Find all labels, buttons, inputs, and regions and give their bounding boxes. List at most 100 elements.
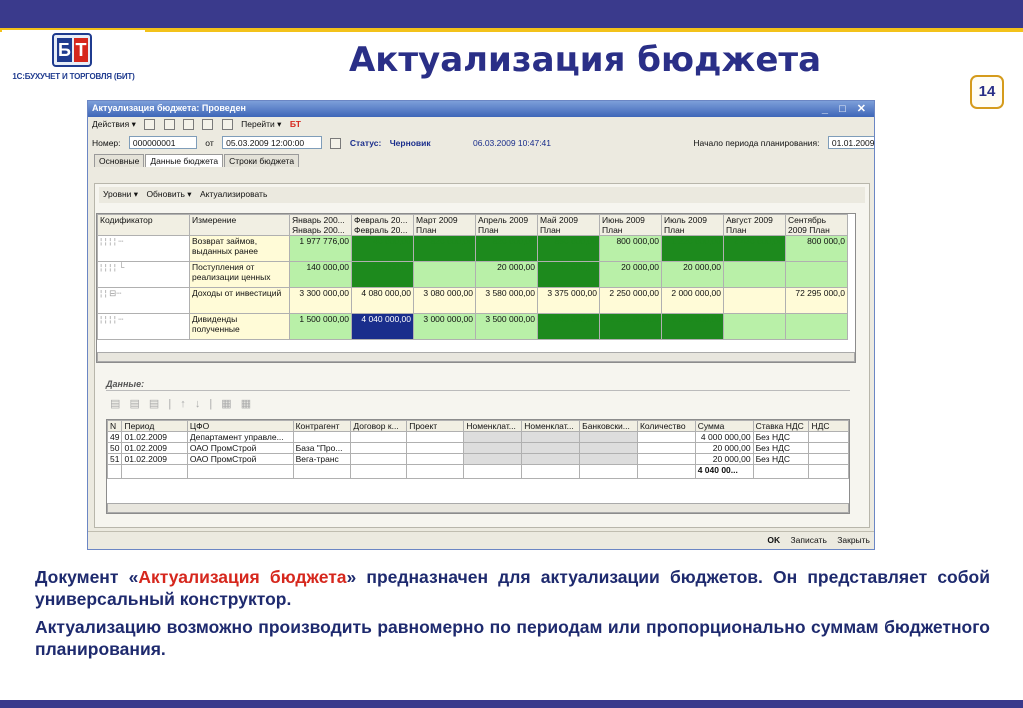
col-nomenclature[interactable]: Номенклат... [463,420,523,432]
cell[interactable]: 40 000,00 [351,235,414,262]
cell[interactable] [785,313,848,340]
row-dimension[interactable]: Поступления от реализации ценных [189,261,290,288]
cell: 20 000,00 [694,442,754,454]
cell[interactable]: 20 000,00 [475,261,538,288]
cell[interactable]: 800 000,0 [785,235,848,262]
period-start-field[interactable]: 01.01.2009 [827,136,874,149]
col-month[interactable]: Июнь 2009 План [599,214,662,236]
grid-horizontal-scrollbar[interactable] [97,352,855,362]
cell[interactable]: 140 000,00 [289,261,352,288]
col-contract[interactable]: Договор к... [350,420,408,432]
col-codifier[interactable]: Кодификатор [97,214,190,236]
cell[interactable]: 3 375 000,00 [537,287,600,314]
col-bank[interactable]: Банковски... [579,420,638,432]
cell[interactable]: 2 040 000,00 [537,313,600,340]
cell[interactable]: 20 000,00 [599,261,662,288]
window-controls[interactable]: _ □ ✕ [822,102,870,115]
cell[interactable]: 820 000,00 [413,235,476,262]
col-month[interactable]: Апрель 2009 План [475,214,538,236]
col-month[interactable]: Май 2009 План [537,214,600,236]
cell[interactable]: 2 430 000,00 [723,235,786,262]
cell[interactable]: 3 500 000,00 [475,313,538,340]
col-n[interactable]: N [107,420,123,432]
table-row[interactable]: ¦ ¦ ¦ ¦ ┄ Возврат займов, выданных ранее… [97,235,848,262]
col-month[interactable]: Сентябрь 2009 План [785,214,848,236]
col-cfo[interactable]: ЦФО [186,420,294,432]
refresh-menu[interactable]: Обновить ▾ [146,189,191,199]
close-button[interactable]: Закрыть [837,535,870,545]
cell[interactable]: 2 000 000,00 [661,313,724,340]
col-month[interactable]: Август 2009 План [723,214,786,236]
table-row[interactable]: 51 01.02.2009 ОАО ПромСтрой Вега-транс 2… [107,453,849,465]
col-quantity[interactable]: Количество [636,420,696,432]
cell[interactable]: 1 500 000,00 [289,313,352,340]
cell[interactable]: 40 000,00 [537,261,600,288]
col-month[interactable]: Январь 200... Январь 200... [289,214,352,236]
unpost-icon[interactable] [221,119,233,131]
cell[interactable]: 2 250 000,00 [599,287,662,314]
cell[interactable]: 800 000,00 [599,235,662,262]
company-logo: БТ 1С:БУХУЧЕТ И ТОРГОВЛЯ (БИТ) [2,30,145,85]
back-icon[interactable] [144,119,156,131]
cell[interactable]: 60 000,00 [351,261,414,288]
cell[interactable] [723,287,786,314]
cell[interactable]: 3 300 000,00 [289,287,352,314]
cell[interactable]: 3 080 000,00 [413,287,476,314]
cell[interactable] [723,261,786,288]
col-period[interactable]: Период [121,420,188,432]
table-row[interactable]: ¦ ¦ ⊟┄ Доходы от инвестиций 3 300 000,00… [97,287,848,314]
tab-budget-lines[interactable]: Строки бюджета [224,154,300,167]
cell[interactable]: 1 220 000,00 [661,235,724,262]
col-month[interactable]: Июль 2009 План [661,214,724,236]
actualize-button[interactable]: Актуализировать [200,189,267,199]
bit-small-icon[interactable]: БТ [290,119,301,129]
cell[interactable] [785,261,848,288]
col-sum[interactable]: Сумма [694,420,754,432]
ok-button[interactable]: OK [767,535,780,545]
filter-icon[interactable] [163,119,175,131]
cell[interactable]: 3 580 000,00 [475,287,538,314]
data-toolbar-icons[interactable]: ▤ ▤ ▤ | ↑ ↓ | ▦ ▦ [110,397,254,410]
post-icon[interactable] [202,119,214,131]
refresh-icon[interactable] [183,119,194,131]
tree-lines: ¦ ¦ ¦ ¦ └ [97,261,190,288]
col-counterparty[interactable]: Контрагент [292,420,352,432]
col-nomenclature[interactable]: Номенклат... [521,420,581,432]
data-horizontal-scrollbar[interactable] [107,503,849,513]
col-vat-rate[interactable]: Ставка НДС [752,420,810,432]
col-project[interactable]: Проект [406,420,465,432]
table-row[interactable]: 49 01.02.2009 Департамент управле... 4 0… [107,431,849,443]
cell[interactable]: 20 000,00 [661,261,724,288]
cell[interactable]: 3 000 000,00 [413,313,476,340]
col-dimension[interactable]: Измерение [189,214,290,236]
cell: 4 000 000,00 [694,431,754,443]
date-field[interactable]: 05.03.2009 12:00:00 [222,136,323,149]
cell[interactable] [413,261,476,288]
cell[interactable]: 2 000 000,00 [661,287,724,314]
calendar-icon[interactable] [330,138,342,150]
cell[interactable]: 2 250 000,00 [599,313,662,340]
cell[interactable]: 820 000,00 [475,235,538,262]
cell[interactable] [723,313,786,340]
cell[interactable]: 72 295 000,0 [785,287,848,314]
cell[interactable]: 850 000,00 [537,235,600,262]
actions-menu[interactable]: Действия ▾ [92,119,136,129]
row-dimension[interactable]: Дивиденды полученные [189,313,290,340]
number-field[interactable]: 000000001 [128,136,197,149]
cell[interactable]: 1 977 776,00 [289,235,352,262]
table-row[interactable]: ¦ ¦ ¦ ¦ └ Поступления от реализации ценн… [97,261,848,288]
tab-main[interactable]: Основные [94,154,145,167]
cell[interactable]: 4 080 000,00 [351,287,414,314]
goto-menu[interactable]: Перейти ▾ [241,119,281,129]
tab-budget-data[interactable]: Данные бюджета [145,154,224,167]
table-row[interactable]: ¦ ¦ ¦ ¦ ┄ Дивиденды полученные 1 500 000… [97,313,848,340]
table-row[interactable]: 50 01.02.2009 ОАО ПромСтрой База "Про...… [107,442,849,454]
selected-cell[interactable]: 4 040 000,00 [351,313,414,340]
col-vat[interactable]: НДС [808,420,849,432]
save-button[interactable]: Записать [791,535,827,545]
row-dimension[interactable]: Доходы от инвестиций [189,287,290,314]
row-dimension[interactable]: Возврат займов, выданных ранее [189,235,290,262]
levels-menu[interactable]: Уровни ▾ [103,189,138,199]
col-month[interactable]: Март 2009 План [413,214,476,236]
col-month[interactable]: Февраль 20... Февраль 20... [351,214,414,236]
